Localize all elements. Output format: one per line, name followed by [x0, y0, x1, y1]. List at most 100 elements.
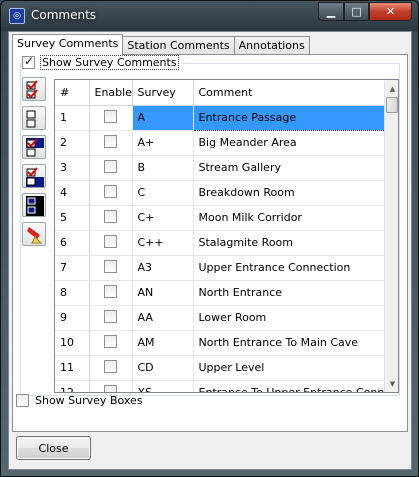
row-comment[interactable]: Entrance To Upper Entrance Connection	[193, 380, 385, 392]
table-row[interactable]: 2 A+ Big Meander Area	[55, 130, 385, 156]
check-all-button[interactable]	[22, 77, 46, 101]
row-number[interactable]: 5	[55, 205, 90, 231]
select-all-button[interactable]	[22, 193, 46, 217]
cave-app-icon[interactable]: ◎	[9, 8, 25, 24]
title-bar[interactable]: ◎ Comments ▁ □ ✕	[1, 1, 418, 31]
row-enable-checkbox[interactable]	[103, 309, 117, 323]
show-survey-boxes-checkbox[interactable]: Show Survey Boxes	[16, 394, 143, 407]
show-survey-comments-checkbox[interactable]: Show Survey Comments	[22, 54, 181, 70]
row-enable-checkbox[interactable]	[103, 184, 117, 198]
row-comment[interactable]: North Entrance To Main Cave	[193, 330, 385, 356]
row-enable-checkbox[interactable]	[103, 259, 117, 273]
row-enable-cell[interactable]	[89, 305, 133, 331]
row-enable-cell[interactable]	[89, 105, 133, 131]
scroll-up-arrow-icon[interactable]: ▲	[385, 80, 398, 97]
table-row[interactable]: 11 CD Upper Level	[55, 355, 385, 381]
row-comment[interactable]: Upper Level	[193, 355, 385, 381]
row-survey[interactable]: A+	[132, 130, 194, 156]
row-comment[interactable]: Lower Room	[193, 305, 385, 331]
row-enable-checkbox[interactable]	[103, 284, 117, 298]
row-enable-cell[interactable]	[89, 355, 133, 381]
row-comment[interactable]: Breakdown Room	[193, 180, 385, 206]
row-number[interactable]: 3	[55, 155, 90, 181]
row-enable-checkbox[interactable]	[103, 359, 117, 373]
show-survey-boxes-check[interactable]	[16, 394, 29, 407]
table-row[interactable]: 8 AN North Entrance	[55, 280, 385, 306]
row-number[interactable]: 1	[55, 105, 90, 131]
table-row[interactable]: 3 B Stream Gallery	[55, 155, 385, 181]
table-row[interactable]: 7 A3 Upper Entrance Connection	[55, 255, 385, 281]
row-survey[interactable]: AN	[132, 280, 194, 306]
row-survey[interactable]: C++	[132, 230, 194, 256]
row-enable-cell[interactable]	[89, 255, 133, 281]
column-header-comment[interactable]: Comment	[193, 80, 385, 106]
row-survey[interactable]: A	[132, 105, 194, 131]
tab-annotations[interactable]: Annotations	[233, 36, 310, 55]
row-enable-checkbox[interactable]	[103, 384, 117, 392]
row-number[interactable]: 2	[55, 130, 90, 156]
row-survey[interactable]: C	[132, 180, 194, 206]
uncheck-all-button[interactable]	[22, 106, 46, 130]
row-number[interactable]: 9	[55, 305, 90, 331]
row-comment[interactable]: Stream Gallery	[193, 155, 385, 181]
survey-comments-grid[interactable]: # Enable Survey Comment 1 A Entrance Passa…	[54, 79, 399, 393]
close-window-button[interactable]: ✕	[369, 2, 412, 21]
check-selected-button[interactable]	[22, 164, 46, 188]
row-enable-cell[interactable]	[89, 155, 133, 181]
erase-button[interactable]	[22, 222, 46, 246]
row-number[interactable]: 12	[55, 380, 90, 392]
row-enable-checkbox[interactable]	[103, 234, 117, 248]
table-row[interactable]: 9 AA Lower Room	[55, 305, 385, 331]
table-row[interactable]: 12 XSEntrance To Upper Entrance Connectio…	[55, 380, 385, 392]
row-enable-cell[interactable]	[89, 180, 133, 206]
row-comment[interactable]: Stalagmite Room	[193, 230, 385, 256]
row-enable-cell[interactable]	[89, 330, 133, 356]
row-enable-cell[interactable]	[89, 230, 133, 256]
show-survey-comments-check[interactable]	[22, 54, 35, 69]
row-enable-cell[interactable]	[89, 205, 133, 231]
row-survey[interactable]: A3	[132, 255, 194, 281]
row-survey[interactable]: AA	[132, 305, 194, 331]
row-comment[interactable]: Big Meander Area	[193, 130, 385, 156]
row-enable-checkbox[interactable]	[103, 109, 117, 123]
row-number[interactable]: 8	[55, 280, 90, 306]
row-enable-checkbox[interactable]	[103, 209, 117, 223]
row-number[interactable]: 11	[55, 355, 90, 381]
row-survey[interactable]: B	[132, 155, 194, 181]
row-comment[interactable]: Upper Entrance Connection	[193, 255, 385, 281]
row-enable-checkbox[interactable]	[103, 159, 117, 173]
row-enable-checkbox[interactable]	[103, 334, 117, 348]
minimize-button[interactable]: ▁	[318, 2, 344, 21]
table-row[interactable]: 4 C Breakdown Room	[55, 180, 385, 206]
table-row[interactable]: 10 AM North Entrance To Main Cave	[55, 330, 385, 356]
column-header-survey[interactable]: Survey	[132, 80, 194, 106]
row-number[interactable]: 4	[55, 180, 90, 206]
row-number[interactable]: 10	[55, 330, 90, 356]
row-number[interactable]: 6	[55, 230, 90, 256]
scroll-thumb[interactable]	[386, 97, 398, 113]
row-enable-checkbox[interactable]	[103, 134, 117, 148]
table-row[interactable]: 5 C+ Moon Milk Corridor	[55, 205, 385, 231]
row-enable-cell[interactable]	[89, 130, 133, 156]
table-row[interactable]: 6 C++ Stalagmite Room	[55, 230, 385, 256]
row-number[interactable]: 7	[55, 255, 90, 281]
row-enable-cell[interactable]	[89, 280, 133, 306]
row-survey[interactable]: C+	[132, 205, 194, 231]
tab-station-comments[interactable]: Station Comments	[122, 36, 235, 55]
column-header-number[interactable]: #	[55, 80, 90, 106]
scroll-down-arrow-icon[interactable]: ▼	[385, 375, 398, 392]
maximize-button[interactable]: □	[344, 2, 369, 21]
row-survey[interactable]: XS	[132, 380, 194, 392]
row-enable-cell[interactable]	[89, 380, 133, 392]
row-comment[interactable]: Moon Milk Corridor	[193, 205, 385, 231]
row-comment[interactable]: North Entrance	[193, 280, 385, 306]
table-row[interactable]: 1 A Entrance Passage	[55, 104, 385, 131]
row-survey[interactable]: AM	[132, 330, 194, 356]
grid-vertical-scrollbar[interactable]: ▲ ▼	[384, 80, 398, 392]
row-survey[interactable]: CD	[132, 355, 194, 381]
column-header-enable[interactable]: Enable	[89, 80, 133, 106]
tab-survey-comments[interactable]: Survey Comments	[12, 34, 124, 55]
close-button[interactable]: Close	[16, 436, 91, 460]
row-comment[interactable]: Entrance Passage	[192, 104, 385, 131]
invert-check-button[interactable]	[22, 135, 46, 159]
